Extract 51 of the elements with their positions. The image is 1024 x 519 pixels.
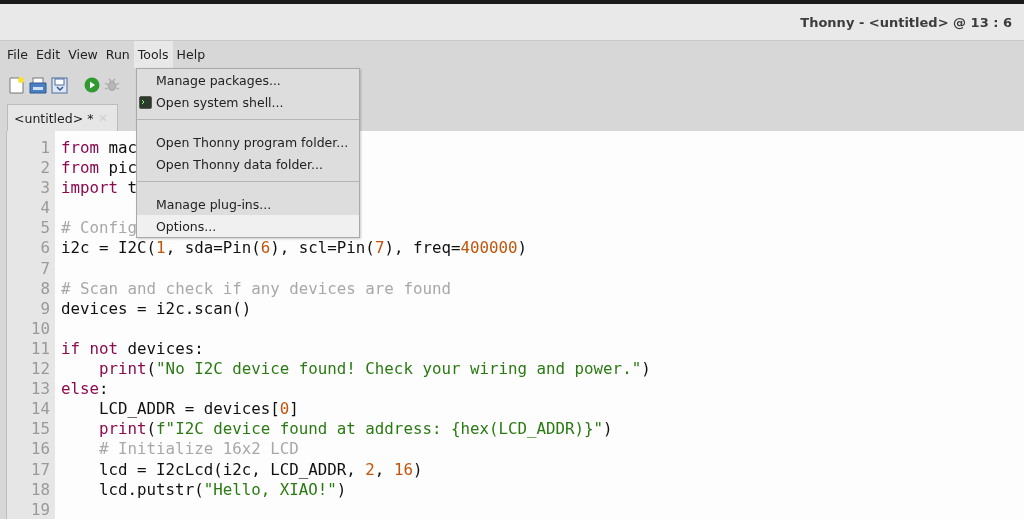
line-number: 18 <box>30 479 50 500</box>
line-number: 1 <box>40 138 50 159</box>
menu-item[interactable]: Manage plug-ins... <box>137 193 359 215</box>
menu-item[interactable]: Open Thonny program folder... <box>137 131 359 153</box>
line-number: 14 <box>30 399 50 420</box>
menu-item[interactable]: Run <box>101 41 134 68</box>
line-number: 3 <box>40 178 50 199</box>
code-line: # Initialize 16x2 LCD <box>99 439 299 459</box>
code-line: from mac <box>61 138 138 157</box>
menu-item[interactable]: Manage packages... <box>137 69 359 91</box>
line-number: 16 <box>30 439 50 460</box>
code-line: lcd.putstr("Hello, XIAO!") <box>99 479 347 499</box>
code-line: if not devices: <box>61 338 204 358</box>
code-line: lcd = I2cLcd(i2c, LCD_ADDR, 2, 16) <box>99 459 423 479</box>
line-number: 11 <box>30 338 50 360</box>
menu-item[interactable]: View <box>64 41 102 68</box>
code-line: else: <box>61 379 109 399</box>
menu-item[interactable]: File <box>3 41 32 68</box>
line-number: 19 <box>30 499 50 519</box>
menu-item[interactable]: Tools <box>133 41 173 68</box>
new-file-icon[interactable] <box>8 76 25 94</box>
code-line: # Scan and check if any devices are found <box>61 278 451 298</box>
code-line: import t <box>61 178 138 198</box>
line-number: 12 <box>30 359 50 380</box>
window-title: Thonny - <untitled> @ 13 : 6 <box>800 14 1012 30</box>
menu-item[interactable]: Open system shell... <box>137 91 359 113</box>
save-icon[interactable] <box>51 76 68 94</box>
menu-item[interactable]: Options... <box>137 215 359 237</box>
line-number: 8 <box>40 278 50 299</box>
menu-item[interactable]: Help <box>172 41 210 68</box>
menu-item[interactable]: Open Thonny data folder... <box>137 153 359 175</box>
editor-tab[interactable]: <untitled> * <box>7 104 119 131</box>
code-line: print("No I2C device found! Check your wiring and power.") <box>99 359 651 379</box>
code-line: devices = i2c.scan() <box>61 298 252 318</box>
line-number: 7 <box>40 258 50 279</box>
run-icon[interactable] <box>84 77 100 93</box>
line-number: 10 <box>30 318 50 339</box>
code-line: LCD_ADDR = devices[0] <box>99 399 299 419</box>
line-number: 4 <box>40 198 50 219</box>
line-number: 6 <box>40 238 50 259</box>
code-line: i2c = I2C(1, sda=Pin(6), scl=Pin(7), freq=400000) <box>61 238 528 258</box>
line-number: 9 <box>40 298 50 319</box>
code-line: # Config <box>61 218 138 238</box>
line-number: 17 <box>30 459 50 480</box>
line-number: 13 <box>30 379 50 400</box>
code-line: from pic <box>61 158 138 178</box>
line-number: 2 <box>40 158 50 179</box>
menu-item[interactable]: Edit <box>31 41 65 68</box>
line-number: 15 <box>30 419 50 440</box>
code-line: print(f"I2C device found at address: {hex(LCD_ADDR)}") <box>99 419 613 439</box>
line-number: 5 <box>40 218 50 239</box>
